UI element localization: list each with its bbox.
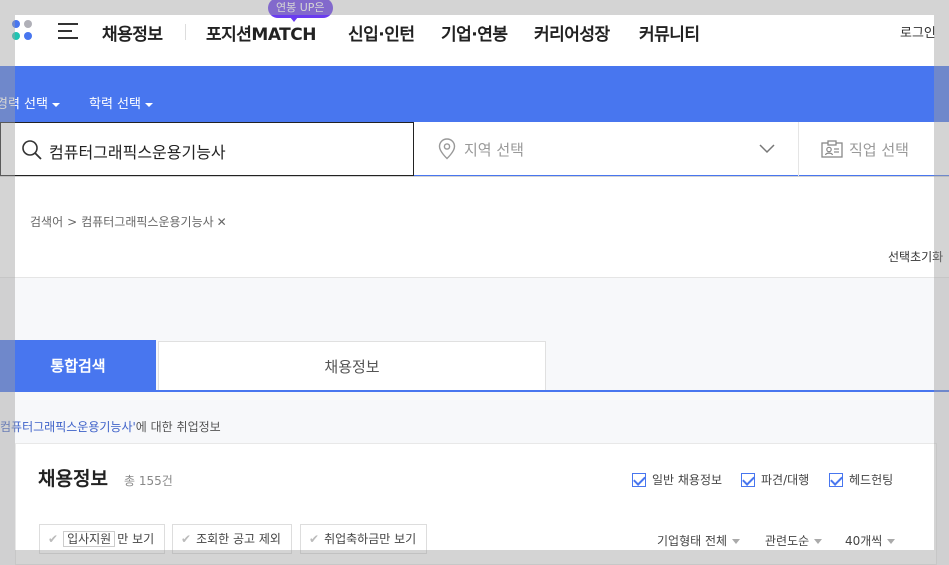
checkbox-icon	[741, 473, 755, 487]
jobs-section: 채용정보 총 155건 일반 채용정보 파견/대행 헤드헌팅 ✔ 입사지원 만 보기…	[15, 443, 937, 565]
match-badge: 연봉 UP은	[268, 0, 333, 22]
caret-down-icon	[144, 102, 153, 107]
check-icon: ✔	[48, 532, 59, 546]
top-nav: 채용정보 포지션MATCH 연봉 UP은 신입·인턴 기업·연봉 커리어성장 커…	[0, 0, 949, 66]
filter-bonus-only[interactable]: ✔ 취업축하금만 보기	[300, 524, 428, 554]
education-filter[interactable]: 학력 선택	[89, 93, 153, 112]
breadcrumb-label: 검색어	[30, 215, 64, 229]
nav-item-jobs[interactable]: 채용정보	[102, 20, 163, 45]
search-keyword: 컴퓨터그래픽스운용기능사	[49, 143, 226, 162]
checkbox-label: 헤드헌팅	[849, 473, 894, 487]
pill-label: 취업축하금만 보기	[324, 532, 417, 546]
sorter-label: 관련도순	[765, 534, 810, 548]
page: 채용정보 포지션MATCH 연봉 UP은 신입·인턴 기업·연봉 커리어성장 커…	[0, 0, 949, 565]
reset-button[interactable]: 선택초기화	[888, 248, 943, 265]
page-size-select[interactable]: 40개씩	[845, 532, 896, 549]
filter-exclude-viewed[interactable]: ✔ 조회한 공고 제외	[172, 524, 292, 554]
check-icon: ✔	[181, 532, 192, 546]
pill-label: 조회한 공고 제외	[196, 532, 281, 546]
logo-icon[interactable]	[12, 20, 34, 42]
nav-divider	[185, 24, 186, 40]
nav-item-intern[interactable]: 신입·인턴	[348, 20, 415, 45]
check-icon: ✔	[309, 532, 320, 546]
caret-down-icon	[732, 539, 741, 544]
sorter-label: 40개씩	[845, 534, 883, 548]
search-icon	[22, 140, 42, 160]
checkbox-label: 파견/대행	[761, 473, 810, 487]
tab-integrated-search[interactable]: 통합검색	[0, 340, 156, 392]
breadcrumb-separator: >	[67, 215, 78, 229]
location-pin-icon	[438, 138, 456, 160]
chevron-down-icon	[759, 144, 775, 154]
tab-underline	[0, 390, 949, 392]
company-type-select[interactable]: 기업형태 전체	[657, 532, 741, 549]
job-select[interactable]: 직업 선택	[799, 122, 949, 176]
search-row: 컴퓨터그래픽스운용기능사 지역 선택 직업 선택	[0, 122, 949, 176]
result-count: 총 155건	[124, 474, 173, 488]
region-placeholder: 지역 선택	[464, 141, 524, 159]
filter-band: 경력 선택 학력 선택	[0, 66, 949, 122]
region-select[interactable]: 지역 선택	[414, 122, 799, 176]
caret-down-icon	[887, 539, 896, 544]
result-query[interactable]: 컴퓨터그래픽스운용기능사'	[0, 420, 136, 434]
caret-down-icon	[814, 539, 823, 544]
education-filter-label: 학력 선택	[89, 97, 141, 112]
breadcrumb-term: 컴퓨터그래픽스운용기능사	[81, 215, 214, 229]
checkbox-dispatch[interactable]: 파견/대행	[741, 471, 809, 488]
breadcrumb: 검색어 > 컴퓨터그래픽스운용기능사 ✕	[30, 213, 227, 230]
tab-jobs[interactable]: 채용정보	[158, 341, 546, 391]
pill-highlight: 입사지원	[63, 531, 116, 547]
nav-item-career-growth[interactable]: 커리어성장	[534, 20, 610, 45]
keyword-search-field[interactable]: 컴퓨터그래픽스운용기능사	[0, 122, 414, 176]
caret-down-icon	[51, 102, 60, 107]
remove-term-icon[interactable]: ✕	[217, 215, 227, 229]
menu-icon[interactable]	[58, 23, 78, 39]
sort-order-select[interactable]: 관련도순	[765, 532, 823, 549]
result-caption: 컴퓨터그래픽스운용기능사'에 대한 취업정보	[0, 418, 221, 435]
pill-label: 만 보기	[117, 532, 155, 546]
checkbox-icon	[632, 473, 646, 487]
checkbox-headhunting[interactable]: 헤드헌팅	[829, 471, 893, 488]
checkbox-label: 일반 채용정보	[652, 473, 723, 487]
career-filter-label: 경력 선택	[0, 97, 48, 112]
career-filter[interactable]: 경력 선택	[0, 93, 60, 112]
results-area: 통합검색 채용정보 컴퓨터그래픽스운용기능사'에 대한 취업정보 채용정보 총 …	[0, 278, 949, 565]
nav-item-community[interactable]: 커뮤니티	[639, 20, 700, 45]
filter-apply-only[interactable]: ✔ 입사지원 만 보기	[39, 524, 166, 554]
result-caption-suffix: 에 대한 취업정보	[135, 420, 221, 434]
checkbox-general-jobs[interactable]: 일반 채용정보	[632, 471, 722, 488]
checkbox-icon	[829, 473, 843, 487]
nav-item-company-salary[interactable]: 기업·연봉	[441, 20, 508, 45]
search-summary: 검색어 > 컴퓨터그래픽스운용기능사 ✕ 선택초기화	[0, 177, 949, 278]
section-title: 채용정보	[38, 468, 108, 490]
login-link[interactable]: 로그인	[900, 22, 936, 41]
id-card-icon	[821, 140, 843, 158]
nav-item-position-match[interactable]: 포지션MATCH	[206, 20, 316, 45]
job-placeholder: 직업 선택	[849, 141, 909, 159]
sorter-label: 기업형태 전체	[657, 534, 728, 548]
